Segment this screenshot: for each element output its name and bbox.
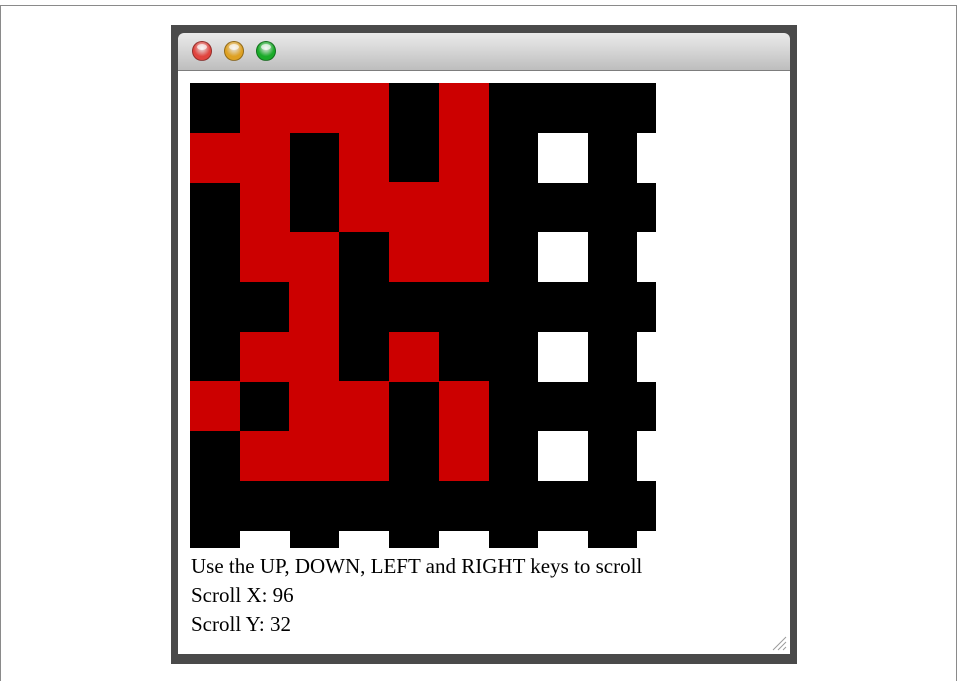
red-tile xyxy=(239,430,290,481)
red-tile xyxy=(190,381,240,432)
grid-edge-notch xyxy=(639,331,656,382)
grid-edge-notch xyxy=(537,531,588,548)
grid-edge-notch xyxy=(339,531,390,548)
red-tile xyxy=(339,182,390,233)
red-tile xyxy=(438,83,489,133)
red-tile xyxy=(438,430,489,481)
red-tile xyxy=(438,182,489,233)
red-tile xyxy=(388,232,439,283)
red-tile xyxy=(289,232,340,283)
red-tile xyxy=(289,281,340,332)
red-tile xyxy=(289,83,340,133)
minimize-traffic-light-icon[interactable] xyxy=(224,41,244,61)
grid-edge-notch xyxy=(438,531,489,548)
red-tile xyxy=(339,132,390,183)
red-tile xyxy=(339,381,390,432)
red-tile xyxy=(438,132,489,183)
grid-edge-notch xyxy=(639,430,656,481)
red-tile xyxy=(289,430,340,481)
red-tile xyxy=(438,232,489,283)
close-traffic-light-icon[interactable] xyxy=(192,41,212,61)
zoom-traffic-light-icon[interactable] xyxy=(256,41,276,61)
red-tile xyxy=(289,381,340,432)
scroll-y-readout: Scroll Y: 32 xyxy=(191,612,291,636)
red-tile xyxy=(239,132,290,183)
red-tile xyxy=(339,83,390,133)
red-tile xyxy=(239,232,290,283)
red-tile xyxy=(239,83,290,133)
instructions-text: Use the UP, DOWN, LEFT and RIGHT keys to… xyxy=(191,554,643,578)
grid-edge-notch xyxy=(637,531,688,548)
red-tile xyxy=(438,381,489,432)
red-tile xyxy=(239,182,290,233)
red-tile xyxy=(388,182,439,233)
red-tile xyxy=(239,331,290,382)
white-tile xyxy=(537,331,588,382)
resize-grip-icon[interactable] xyxy=(771,635,787,651)
red-tile xyxy=(190,132,240,183)
grid-edge-notch xyxy=(239,531,290,548)
status-text: Use the UP, DOWN, LEFT and RIGHT keys to… xyxy=(191,552,642,639)
white-tile xyxy=(537,232,588,283)
app-window: Use the UP, DOWN, LEFT and RIGHT keys to… xyxy=(171,25,797,664)
tile-grid xyxy=(190,83,688,548)
white-tile xyxy=(537,132,588,183)
grid-edge-notch xyxy=(639,132,656,183)
red-tile xyxy=(339,430,390,481)
scroll-x-readout: Scroll X: 96 xyxy=(191,583,294,607)
white-tile xyxy=(537,430,588,481)
red-tile xyxy=(289,331,340,382)
window-content: Use the UP, DOWN, LEFT and RIGHT keys to… xyxy=(178,71,790,654)
red-tile xyxy=(388,331,439,382)
window-titlebar[interactable] xyxy=(178,33,790,71)
grid-edge-notch xyxy=(639,232,656,283)
